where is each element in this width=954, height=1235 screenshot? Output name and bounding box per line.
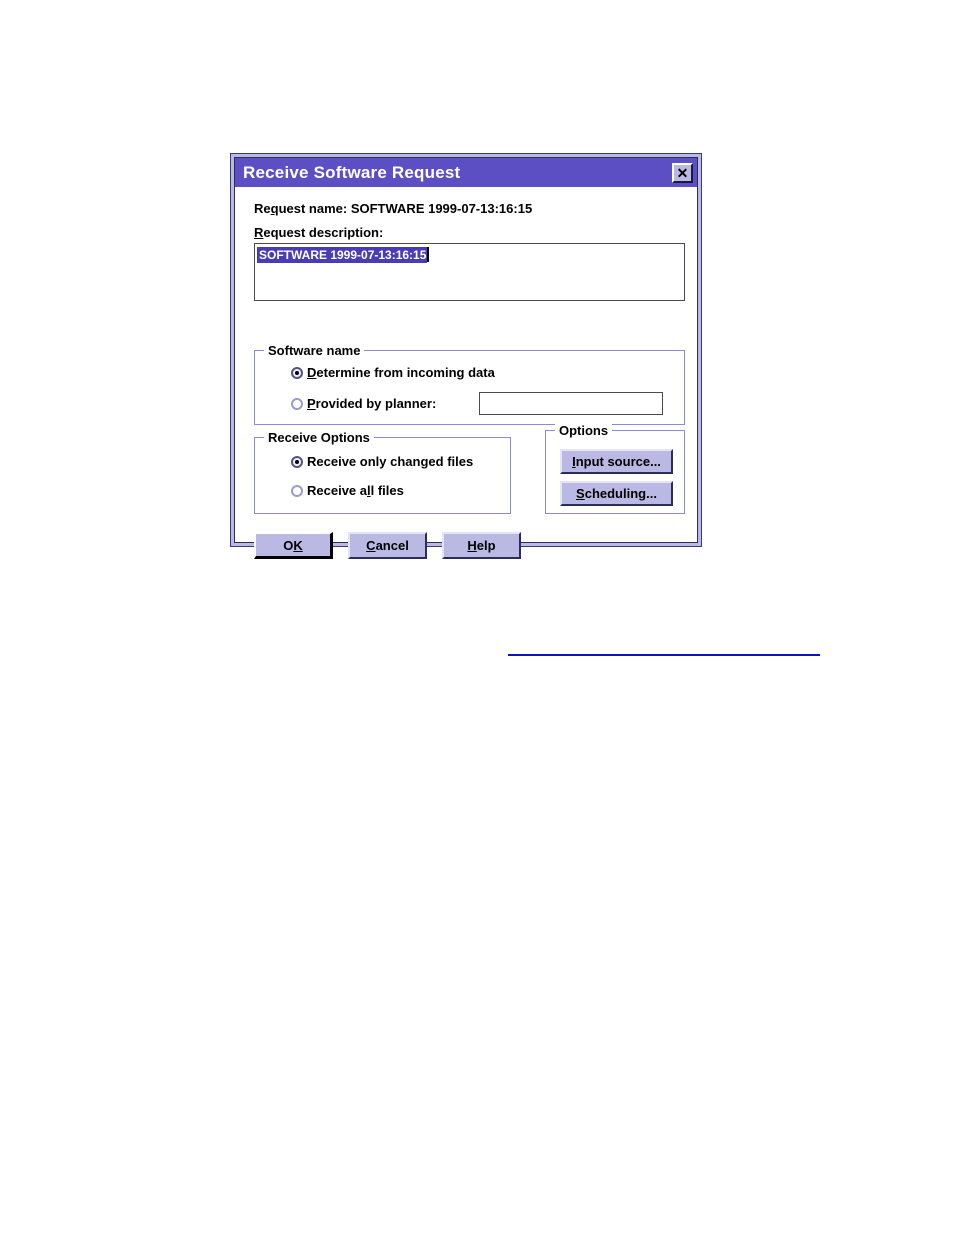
radio-receive-only-changed-files[interactable]: Receive only changed files <box>291 454 473 469</box>
receive-software-request-dialog: Receive Software Request ✕ Request name:… <box>230 153 702 559</box>
planner-software-name-input[interactable] <box>479 392 663 415</box>
radio-icon-unchecked[interactable] <box>291 397 303 410</box>
text-caret <box>427 247 430 262</box>
receive-options-group-label: Receive Options <box>264 430 374 445</box>
dialog-body: Request name: SOFTWARE 1999-07-13:16:15 … <box>235 187 697 559</box>
help-button[interactable]: Help <box>442 532 521 559</box>
options-group-label: Options <box>555 423 613 438</box>
request-name-mnemonic: q <box>270 201 279 216</box>
options-group: Options Input source... Scheduling... <box>545 423 685 514</box>
radio-label-determine: Determine from incoming data <box>307 365 495 380</box>
ok-button[interactable]: OK <box>254 532 333 559</box>
close-icon[interactable]: ✕ <box>672 162 693 183</box>
dialog-titlebar[interactable]: Receive Software Request ✕ <box>235 158 697 187</box>
radio-icon-checked[interactable] <box>291 455 303 468</box>
radio-label-only-changed: Receive only changed files <box>307 454 474 469</box>
request-description-label: Request description: <box>254 225 683 240</box>
description-selected-text: SOFTWARE 1999-07-13:16:15 <box>257 247 428 263</box>
request-description-mnemonic: R <box>254 225 264 240</box>
scheduling-button-label: Scheduling... <box>576 486 657 501</box>
input-source-button-label: Input source... <box>572 454 661 469</box>
software-name-group: Software name Determine from incoming da… <box>254 343 685 425</box>
software-name-group-label: Software name <box>264 343 365 358</box>
receive-options-group: Receive Options Receive only changed fil… <box>254 430 511 514</box>
radio-provided-by-planner[interactable]: Provided by planner: <box>291 396 436 411</box>
ok-button-label: OK <box>283 537 303 553</box>
scheduling-button[interactable]: Scheduling... <box>560 481 673 506</box>
dialog-action-buttons: OK Cancel Help <box>254 532 521 559</box>
horizontal-rule <box>508 654 820 656</box>
request-name-prefix: Re <box>254 201 271 216</box>
request-name-value: uest name: SOFTWARE 1999-07-13:16:15 <box>278 201 533 216</box>
request-description-textarea[interactable]: SOFTWARE 1999-07-13:16:15 <box>254 243 685 301</box>
request-name-label: Request name: SOFTWARE 1999-07-13:16:15 <box>254 201 683 216</box>
help-button-label: Help <box>467 538 496 553</box>
radio-determine-from-incoming-data[interactable]: Determine from incoming data <box>291 365 495 380</box>
radio-icon-unchecked[interactable] <box>291 484 303 497</box>
request-description-text: equest description: <box>263 225 384 240</box>
radio-label-provided: Provided by planner: <box>307 396 437 411</box>
input-source-button[interactable]: Input source... <box>560 449 673 474</box>
radio-receive-all-files[interactable]: Receive all files <box>291 483 404 498</box>
cancel-button-label: Cancel <box>366 538 409 553</box>
dialog-inner-frame: Receive Software Request ✕ Request name:… <box>234 157 698 559</box>
cancel-button[interactable]: Cancel <box>348 532 427 559</box>
radio-icon-checked[interactable] <box>291 366 303 379</box>
dialog-title: Receive Software Request <box>243 162 461 182</box>
radio-label-all-files: Receive all files <box>307 483 404 498</box>
